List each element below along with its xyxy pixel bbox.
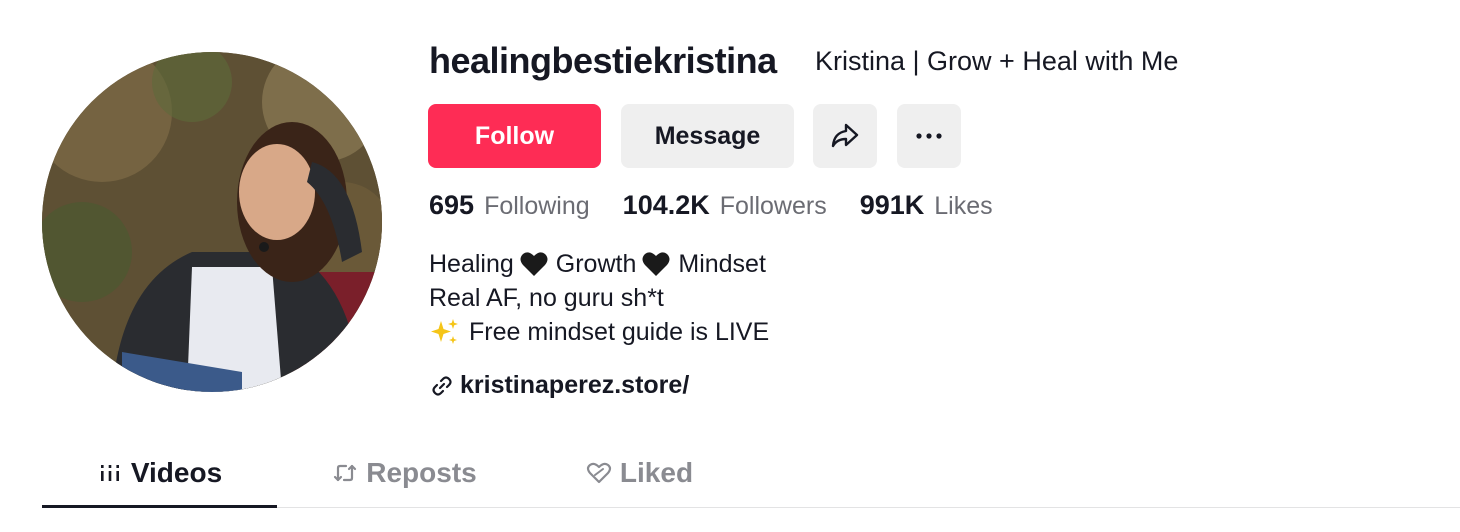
follow-button[interactable]: Follow — [428, 104, 601, 168]
bio-text: Growth — [555, 250, 637, 278]
profile-tabs: Videos Reposts Liked — [42, 440, 1460, 508]
bio-text: Mindset — [678, 250, 766, 278]
followers-label: Followers — [719, 192, 827, 220]
bio: Healing Growth Mindset Real AF, no guru … — [429, 247, 769, 349]
bio-line-3: Free mindset guide is LIVE — [429, 315, 769, 349]
bio-text: Healing — [429, 250, 514, 278]
profile-link[interactable]: kristinaperez.store/ — [430, 371, 689, 400]
heart-icon — [586, 462, 612, 484]
stat-likes: 991K Likes — [860, 190, 993, 221]
profile-page: healingbestiekristina Kristina | Grow + … — [0, 0, 1460, 532]
bio-line-1: Healing Growth Mindset — [429, 247, 769, 281]
likes-label: Likes — [934, 192, 993, 220]
profile-link-text: kristinaperez.store/ — [460, 371, 690, 399]
more-options-button[interactable] — [897, 104, 961, 168]
share-arrow-icon — [831, 123, 859, 148]
stat-followers[interactable]: 104.2K Followers — [623, 190, 827, 221]
repost-icon — [334, 464, 357, 482]
stat-following[interactable]: 695 Following — [429, 190, 590, 221]
ellipsis-icon — [916, 133, 942, 139]
tab-reposts[interactable]: Reposts — [327, 440, 482, 506]
link-icon — [432, 375, 452, 396]
share-button[interactable] — [813, 104, 877, 168]
following-count: 695 — [429, 190, 475, 220]
nickname: Kristina | Grow + Heal with Me — [815, 46, 1179, 76]
tab-label: Reposts — [366, 457, 477, 488]
tab-label: Videos — [130, 456, 223, 488]
avatar-photo — [42, 52, 382, 392]
avatar[interactable] — [42, 52, 382, 392]
following-label: Following — [484, 192, 590, 220]
tab-liked[interactable]: Liked — [582, 440, 697, 506]
bio-text: Free mindset guide is LIVE — [469, 318, 770, 346]
bio-text: Real AF, no guru sh*t — [429, 284, 664, 312]
black-heart-icon — [642, 252, 670, 276]
bio-line-2: Real AF, no guru sh*t — [429, 281, 769, 315]
username: healingbestiekristina — [429, 40, 777, 81]
followers-count: 104.2K — [622, 190, 710, 220]
grid-icon — [100, 464, 119, 481]
sparkles-icon — [431, 319, 458, 344]
tab-videos[interactable]: Videos — [42, 440, 277, 508]
profile-stats: 695 Following 104.2K Followers 991K Like… — [429, 190, 1026, 221]
message-button[interactable]: Message — [621, 104, 794, 168]
tab-label: Liked — [619, 457, 694, 488]
black-heart-icon — [520, 252, 548, 276]
likes-count: 991K — [859, 190, 925, 220]
